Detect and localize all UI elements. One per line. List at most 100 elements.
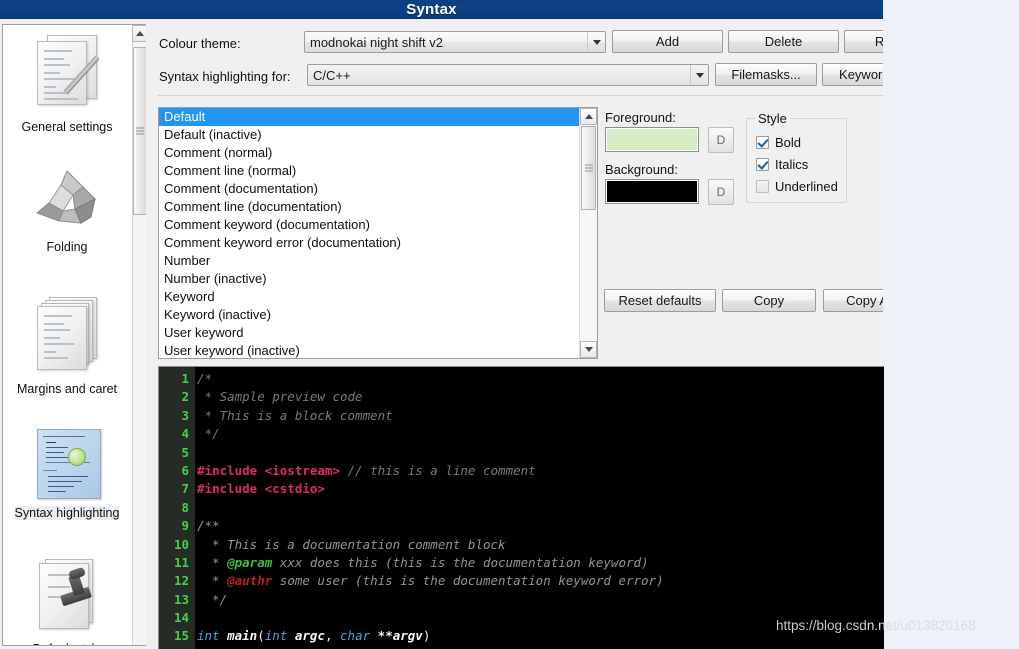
sidebar-item-margins-and-caret[interactable]: Margins and caret xyxy=(3,293,131,396)
style-groupbox: Style Bold Italics Underlined xyxy=(746,111,847,203)
style-groupbox-title: Style xyxy=(755,111,790,126)
foreground-default-button[interactable]: D xyxy=(708,127,734,153)
syntax-language-combobox[interactable]: C/C++ xyxy=(307,64,709,86)
style-list-scrollbar-thumb[interactable] xyxy=(581,126,596,210)
style-list-item[interactable]: Default (inactive) xyxy=(159,126,580,144)
italics-checkbox-row[interactable]: Italics xyxy=(756,157,808,172)
sidebar-item-syntax-highlighting[interactable]: Syntax highlighting xyxy=(3,423,131,520)
code-token: /* xyxy=(197,371,213,386)
sidebar-items: General settings Folding Margins and car… xyxy=(3,25,131,645)
reset-defaults-button[interactable]: Reset defaults xyxy=(604,289,716,312)
style-list-item[interactable]: Number (inactive) xyxy=(159,270,580,288)
style-list-item[interactable]: Comment keyword error (documentation) xyxy=(159,234,580,252)
style-list-scroll-up-button[interactable] xyxy=(580,108,597,125)
sidebar-item-general-settings[interactable]: General settings xyxy=(3,31,131,134)
line-number: 5 xyxy=(181,444,189,460)
rename-theme-button[interactable]: Rename xyxy=(844,30,883,53)
sidebar-item-label: Folding xyxy=(46,240,88,254)
style-list-item[interactable]: User keyword xyxy=(159,324,580,342)
style-list-item[interactable]: Comment line (normal) xyxy=(159,162,580,180)
style-list-item[interactable]: Number xyxy=(159,252,580,270)
background-default-button[interactable]: D xyxy=(708,179,734,205)
code-token: @param xyxy=(227,554,273,570)
origami-svg xyxy=(36,170,96,224)
add-theme-button[interactable]: Add xyxy=(612,30,723,53)
line-number: 11 xyxy=(173,554,189,570)
background-colour-swatch[interactable] xyxy=(605,179,699,204)
code-token: ) xyxy=(422,628,431,644)
copy-all-button[interactable]: Copy All xyxy=(823,289,883,312)
style-list[interactable]: Default Default (inactive) Comment (normal… xyxy=(158,107,598,359)
code-token: * Sample preview code xyxy=(197,389,363,405)
code-token: * This is a block comment xyxy=(197,407,393,423)
style-list-item[interactable]: User keyword (inactive) xyxy=(159,342,580,358)
style-list-item[interactable]: Comment (normal) xyxy=(159,144,580,162)
copy-button[interactable]: Copy xyxy=(722,289,816,312)
window-title-bar: Syntax xyxy=(0,0,883,19)
code-line: 10 * This is a documentation comment blo… xyxy=(159,536,884,554)
style-list-item[interactable]: Default xyxy=(159,108,580,126)
code-line: 9 /** xyxy=(159,517,884,535)
watermark: https://blog.csdn.net/u013820168 xyxy=(776,618,976,633)
code-token: // this is a line comment xyxy=(347,462,536,478)
grip-icon xyxy=(584,163,593,174)
style-list-scroll-down-button[interactable] xyxy=(580,341,597,358)
code-line: 2 * Sample preview code xyxy=(159,388,884,406)
sidebar-item-folding[interactable]: Folding xyxy=(3,165,131,254)
filemasks-button[interactable]: Filemasks... xyxy=(715,63,817,86)
style-list-item[interactable]: Comment line (documentation) xyxy=(159,198,580,216)
style-list-item[interactable]: Keyword (inactive) xyxy=(159,306,580,324)
delete-theme-button[interactable]: Delete xyxy=(728,30,839,53)
keywords-button[interactable]: Keywords... xyxy=(822,63,883,86)
chevron-down-icon[interactable] xyxy=(690,65,708,85)
code-line-text: /** xyxy=(197,517,220,535)
line-number: 12 xyxy=(173,573,189,589)
document-pencil-icon xyxy=(29,31,105,117)
sidebar-item-default-style[interactable]: Default style xyxy=(3,555,131,645)
style-list-item[interactable]: Comment (documentation) xyxy=(159,180,580,198)
colour-theme-label: Colour theme: xyxy=(159,36,241,51)
code-line-text: * This is a block comment xyxy=(197,407,393,425)
sidebar-item-label: General settings xyxy=(21,120,113,134)
sidebar-scrollbar-thumb[interactable] xyxy=(133,47,146,215)
style-list-item[interactable]: Comment keyword (documentation) xyxy=(159,216,580,234)
code-line: 6 #include <iostream> // this is a line c… xyxy=(159,462,884,480)
preferences-sidebar[interactable]: General settings Folding Margins and car… xyxy=(2,24,146,646)
bold-checkbox[interactable] xyxy=(756,136,769,149)
bold-label: Bold xyxy=(775,135,802,150)
code-token: ( xyxy=(257,628,265,644)
line-number: 1 xyxy=(181,371,189,386)
code-line: 5 xyxy=(159,444,884,462)
line-number: 3 xyxy=(181,407,189,423)
syntax-language-value: C/C++ xyxy=(313,67,351,83)
underlined-checkbox-row[interactable]: Underlined xyxy=(756,179,838,194)
chevron-down-icon[interactable] xyxy=(587,32,605,52)
code-line: 13 */ xyxy=(159,591,884,609)
code-token: argc xyxy=(294,628,325,644)
code-line: 3 * This is a block comment xyxy=(159,407,884,425)
code-line: 12 * @authr some user (this is the docum… xyxy=(159,572,884,590)
style-list-scrollbar[interactable] xyxy=(579,108,597,358)
code-bulb-icon xyxy=(29,423,105,503)
code-line-text: */ xyxy=(197,591,227,609)
code-token: int xyxy=(264,628,295,644)
colour-theme-combobox[interactable]: modnokai night shift v2 xyxy=(304,31,606,53)
bold-checkbox-row[interactable]: Bold xyxy=(756,135,801,150)
italics-checkbox[interactable] xyxy=(756,158,769,171)
page-title: Syntax xyxy=(406,1,457,18)
code-line-text: #include <cstdio> xyxy=(197,480,325,498)
code-line-text: * @param xxx does this (this is the docu… xyxy=(197,554,649,572)
foreground-colour-swatch[interactable] xyxy=(605,127,699,152)
line-number: 6 xyxy=(181,462,189,478)
sidebar-item-label: Default style xyxy=(33,642,102,645)
code-preview[interactable]: 1 /* 2 * Sample preview code 3 * This is a … xyxy=(158,366,884,649)
code-token: * xyxy=(197,573,228,589)
code-line-text: * This is a documentation comment block xyxy=(197,536,506,554)
divider xyxy=(158,95,883,96)
sidebar-scroll-up-button[interactable] xyxy=(132,25,146,42)
sidebar-item-label: Syntax highlighting xyxy=(14,506,120,520)
code-preview-rows: 1 /* 2 * Sample preview code 3 * This is a … xyxy=(159,370,884,649)
style-list-item[interactable]: Keyword xyxy=(159,288,580,306)
line-number: 10 xyxy=(173,536,189,552)
underlined-checkbox[interactable] xyxy=(756,180,769,193)
